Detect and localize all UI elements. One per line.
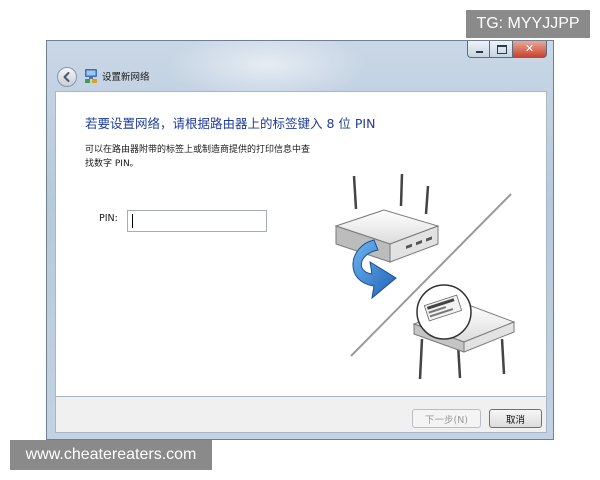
next-button[interactable]: 下一步(N) [412, 409, 481, 428]
page-heading: 若要设置网络，请根据路由器上的标签键入 8 位 PIN [85, 116, 376, 131]
back-arrow-icon[interactable] [57, 67, 77, 87]
instruction-line-1: 可以在路由器附带的标签上或制造商提供的打印信息中查 [85, 145, 311, 155]
instruction-text: 可以在路由器附带的标签上或制造商提供的打印信息中查 找数字 PIN。 [85, 143, 335, 171]
dialog-footer: 下一步(N) 取消 [55, 397, 547, 433]
caption-buttons [467, 41, 547, 58]
setup-network-window: 设置新网络 若要设置网络，请根据路由器上的标签键入 8 位 PIN 可以在路由器… [46, 40, 554, 440]
close-icon[interactable] [513, 41, 547, 58]
network-icon [85, 69, 97, 83]
router-label-icon [412, 284, 516, 380]
text-caret [132, 214, 133, 228]
content-area: 若要设置网络，请根据路由器上的标签键入 8 位 PIN 可以在路由器附带的标签上… [55, 91, 547, 397]
maximize-icon[interactable] [490, 41, 513, 58]
pin-label: PIN: [99, 213, 118, 224]
minimize-icon[interactable] [467, 41, 490, 58]
router-illustration [334, 174, 516, 380]
instruction-line-2: 找数字 PIN。 [85, 159, 139, 169]
watermark-top: TG: MYYJJPP [466, 10, 590, 38]
pin-input[interactable] [127, 210, 267, 232]
window-title: 设置新网络 [102, 72, 150, 83]
watermark-bottom: www.cheatereaters.com [10, 440, 212, 470]
router-icon [334, 174, 440, 263]
cancel-button[interactable]: 取消 [489, 409, 542, 428]
